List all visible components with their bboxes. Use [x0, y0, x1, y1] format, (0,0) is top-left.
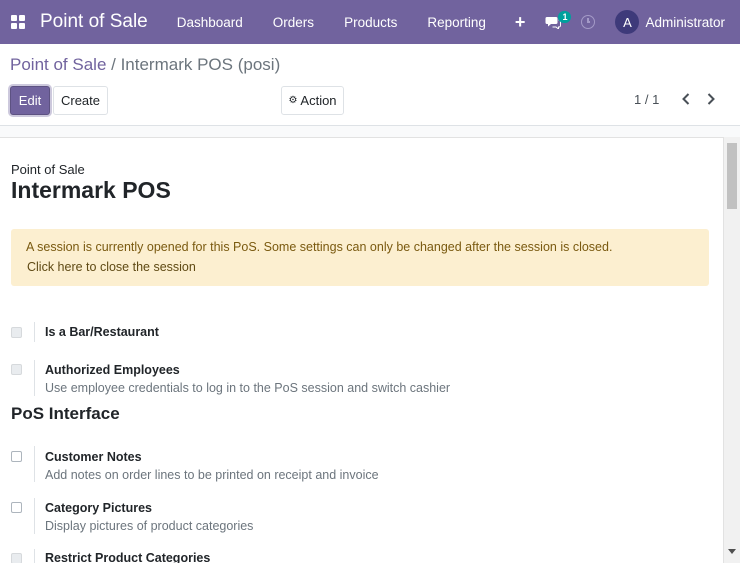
- setting-divider: [34, 549, 35, 563]
- setting-title-category-pictures: Category Pictures: [45, 501, 152, 515]
- chevron-left-icon: [682, 93, 690, 105]
- scrollbar-thumb[interactable]: [727, 143, 737, 209]
- action-button-label: Action: [300, 93, 337, 108]
- chevron-right-icon: [707, 93, 715, 105]
- edit-button[interactable]: Edit: [10, 86, 50, 115]
- app-brand[interactable]: Point of Sale: [36, 11, 162, 33]
- user-avatar[interactable]: A: [615, 10, 640, 34]
- setting-divider: [34, 322, 35, 342]
- form-title: Intermark POS: [11, 177, 171, 203]
- gear-icon: ⚙: [288, 95, 298, 106]
- breadcrumb: Point of Sale / Intermark POS (posi): [10, 55, 280, 75]
- message-count-badge: 1: [558, 11, 572, 23]
- vertical-scrollbar[interactable]: [724, 137, 740, 563]
- pager-previous-button[interactable]: [679, 91, 693, 107]
- menu-reporting[interactable]: Reporting: [412, 0, 501, 44]
- form-app-label: Point of Sale: [11, 162, 85, 177]
- setting-title-authorized-employees: Authorized Employees: [45, 363, 180, 377]
- setting-title-bar-restaurant: Is a Bar/Restaurant: [45, 325, 159, 339]
- section-title-pos-interface: PoS Interface: [11, 404, 120, 423]
- pager-value: 1 / 1: [634, 92, 660, 107]
- messaging-icon[interactable]: 1: [545, 11, 572, 33]
- pager-next-button[interactable]: [704, 91, 718, 107]
- session-warning-alert: A session is currently opened for this P…: [11, 229, 709, 286]
- menu-dashboard[interactable]: Dashboard: [162, 0, 258, 44]
- setting-desc-category-pictures: Display pictures of product categories: [45, 519, 254, 533]
- user-menu-name[interactable]: Administrator: [645, 15, 740, 30]
- authorized-employees-checkbox: [11, 364, 22, 375]
- top-navbar: Point of Sale Dashboard Orders Products …: [0, 0, 740, 44]
- setting-desc-customer-notes: Add notes on order lines to be printed o…: [45, 468, 379, 482]
- setting-title-restrict-categories: Restrict Product Categories: [45, 551, 211, 563]
- activity-clock-icon[interactable]: [581, 15, 596, 29]
- form-sheet: Point of Sale Intermark POS A session is…: [0, 137, 724, 563]
- action-button[interactable]: ⚙ Action: [281, 86, 344, 115]
- setting-divider: [34, 446, 35, 482]
- customer-notes-checkbox[interactable]: [11, 451, 22, 462]
- menu-orders[interactable]: Orders: [258, 0, 329, 44]
- breadcrumb-separator: /: [106, 55, 121, 74]
- breadcrumb-parent-link[interactable]: Point of Sale: [10, 55, 106, 74]
- setting-title-customer-notes: Customer Notes: [45, 450, 142, 464]
- menu-products[interactable]: Products: [329, 0, 412, 44]
- breadcrumb-current: Intermark POS (posi): [120, 55, 281, 74]
- setting-divider: [34, 498, 35, 534]
- category-pictures-checkbox[interactable]: [11, 502, 22, 513]
- scroll-down-arrow-icon[interactable]: [728, 549, 736, 554]
- close-session-link[interactable]: Click here to close the session: [27, 260, 196, 274]
- restrict-categories-checkbox: [11, 553, 22, 563]
- apps-menu-icon[interactable]: [0, 0, 36, 44]
- alert-message: A session is currently opened for this P…: [26, 240, 613, 254]
- bar-restaurant-checkbox: [11, 327, 22, 338]
- plus-icon[interactable]: +: [501, 12, 540, 33]
- setting-desc-authorized-employees: Use employee credentials to log in to th…: [45, 381, 451, 395]
- create-button[interactable]: Create: [53, 86, 108, 115]
- setting-divider: [34, 360, 35, 396]
